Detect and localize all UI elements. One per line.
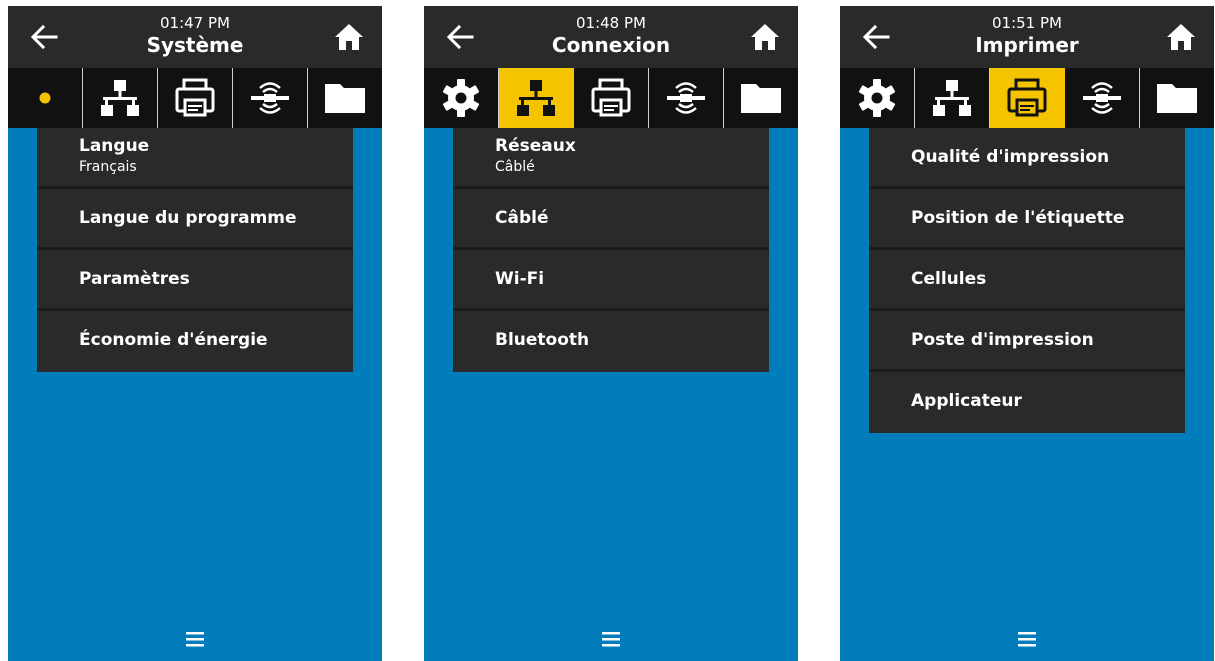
menu-item-label-position[interactable]: Position de l'étiquette — [869, 189, 1185, 250]
menu-item-label: Langue — [79, 136, 150, 156]
screen-system: 01:47 PM Système Langue Français Langue … — [8, 6, 382, 661]
menu-item-energy-saving[interactable]: Économie d'énergie — [37, 311, 353, 372]
menu-item-label: Câblé — [495, 208, 549, 228]
tab-storage[interactable] — [308, 68, 382, 128]
menu-item-label: Paramètres — [79, 269, 190, 289]
page-title: Système — [146, 33, 244, 57]
gear-icon — [442, 79, 480, 117]
category-tabs — [8, 68, 382, 128]
network-icon — [101, 80, 139, 116]
category-tabs — [840, 68, 1214, 128]
settings-menu: Langue Français Langue du programme Para… — [37, 128, 353, 372]
menu-item-program-language[interactable]: Langue du programme — [37, 189, 353, 250]
menu-item-label: Bluetooth — [495, 330, 590, 350]
menu-item-label: Wi-Fi — [495, 269, 545, 289]
menu-item-label: Réseaux — [495, 136, 576, 156]
menu-item-settings[interactable]: Paramètres — [37, 250, 353, 311]
menu-item-wired[interactable]: Câblé — [453, 189, 769, 250]
network-icon — [517, 80, 555, 116]
home-icon[interactable] — [1164, 20, 1198, 54]
hamburger-menu-icon[interactable] — [176, 627, 214, 651]
tab-connection[interactable] — [83, 68, 158, 128]
home-icon[interactable] — [748, 20, 782, 54]
tab-system[interactable] — [424, 68, 499, 128]
menu-item-print-quality[interactable]: Qualité d'impression — [869, 128, 1185, 189]
menu-item-label: Qualité d'impression — [911, 147, 1110, 167]
screen-print: 01:51 PM Imprimer Qualité d'impression P… — [840, 6, 1214, 661]
network-icon — [933, 80, 971, 116]
tab-rfid[interactable] — [233, 68, 308, 128]
screen-connection: 01:48 PM Connexion Réseaux Câblé Câblé W… — [424, 6, 798, 661]
hamburger-menu-icon[interactable] — [1008, 627, 1046, 651]
rfid-icon — [1083, 82, 1121, 114]
menu-item-label: Position de l'étiquette — [911, 208, 1125, 228]
tab-rfid[interactable] — [1065, 68, 1140, 128]
header-bar: 01:48 PM Connexion — [424, 6, 798, 68]
printer-icon — [591, 78, 631, 117]
menu-item-value: Câblé — [495, 159, 535, 175]
menu-item-label: Poste d'impression — [911, 330, 1094, 350]
menu-item-label: Économie d'énergie — [79, 330, 268, 350]
tab-storage[interactable] — [1140, 68, 1214, 128]
folder-icon — [325, 84, 365, 113]
tab-print[interactable] — [574, 68, 649, 128]
menu-item-label: Applicateur — [911, 391, 1022, 411]
tab-connection[interactable] — [499, 68, 574, 128]
hamburger-menu-icon[interactable] — [592, 627, 630, 651]
menu-item-wifi[interactable]: Wi-Fi — [453, 250, 769, 311]
header-bar: 01:51 PM Imprimer — [840, 6, 1214, 68]
printer-icon — [1007, 78, 1047, 117]
menu-item-sensors[interactable]: Cellules — [869, 250, 1185, 311]
menu-item-print-station[interactable]: Poste d'impression — [869, 311, 1185, 372]
header-bar: 01:47 PM Système — [8, 6, 382, 68]
folder-icon — [741, 84, 781, 113]
rfid-icon — [667, 82, 705, 114]
menu-item-networks[interactable]: Réseaux Câblé — [453, 128, 769, 189]
menu-item-label: Cellules — [911, 269, 987, 289]
clock-time: 01:48 PM — [576, 14, 646, 32]
menu-item-applicator[interactable]: Applicateur — [869, 372, 1185, 433]
tab-system[interactable] — [840, 68, 915, 128]
menu-item-language[interactable]: Langue Français — [37, 128, 353, 189]
tab-storage[interactable] — [724, 68, 798, 128]
menu-item-value: Français — [79, 159, 137, 175]
home-icon[interactable] — [332, 20, 366, 54]
rfid-icon — [251, 82, 289, 114]
settings-menu: Réseaux Câblé Câblé Wi-Fi Bluetooth — [453, 128, 769, 372]
folder-icon — [1157, 84, 1197, 113]
tab-system[interactable] — [8, 68, 83, 128]
gear-icon — [26, 79, 64, 117]
gear-icon — [858, 79, 896, 117]
menu-item-label: Langue du programme — [79, 208, 297, 228]
printer-icon — [175, 78, 215, 117]
page-title: Connexion — [551, 33, 671, 57]
settings-menu: Qualité d'impression Position de l'étiqu… — [869, 128, 1185, 433]
tab-rfid[interactable] — [649, 68, 724, 128]
page-title: Imprimer — [975, 33, 1079, 57]
clock-time: 01:51 PM — [992, 14, 1062, 32]
menu-item-bluetooth[interactable]: Bluetooth — [453, 311, 769, 372]
tab-connection[interactable] — [915, 68, 990, 128]
category-tabs — [424, 68, 798, 128]
tab-print[interactable] — [990, 68, 1065, 128]
clock-time: 01:47 PM — [160, 14, 230, 32]
tab-print[interactable] — [158, 68, 233, 128]
